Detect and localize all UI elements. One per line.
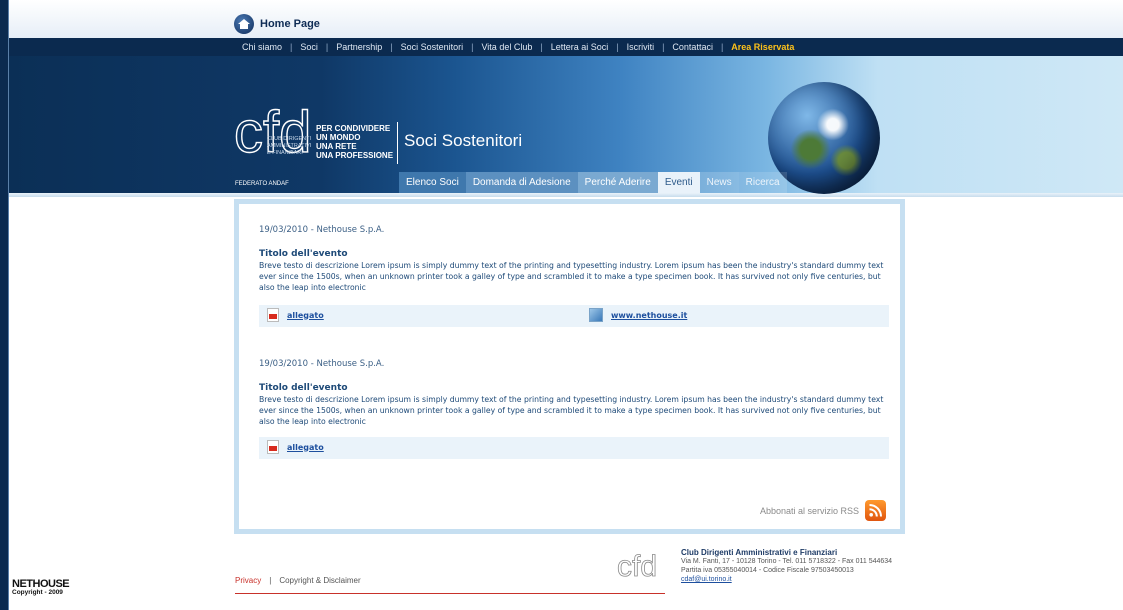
main-nav-bar: Chi siamo | Soci | Partnership | Soci So… (9, 38, 1123, 56)
footer-separator: | (269, 576, 272, 585)
footer-links: Privacy | Copyright & Disclaimer (235, 576, 361, 585)
nav-lettera-ai-soci[interactable]: Lettera ai Soci (543, 42, 617, 52)
attachment-link[interactable]: allegato (267, 308, 324, 322)
footer-divider (235, 593, 665, 594)
home-icon (234, 14, 254, 34)
slogan-line: UN MONDO (316, 133, 361, 142)
attachment-link[interactable]: allegato (267, 440, 324, 454)
nav-soci-sostenitori[interactable]: Soci Sostenitori (393, 42, 472, 52)
rss-icon (865, 500, 886, 521)
left-page-border (0, 0, 9, 610)
home-page-link[interactable]: Home Page (234, 14, 320, 34)
top-bar (9, 0, 1123, 38)
tab-domanda-di-adesione[interactable]: Domanda di Adesione (465, 172, 578, 193)
logo-subtitle-line: AMMINISTRATIVI (267, 143, 312, 149)
pdf-icon (267, 308, 279, 322)
copyright-disclaimer-link[interactable]: Copyright & Disclaimer (279, 576, 360, 585)
logo-subtitle-line: E FINANZIARI (267, 150, 303, 156)
header-divider (9, 193, 1123, 197)
tab-news[interactable]: News (699, 172, 739, 193)
event-title[interactable]: Titolo dell'evento (259, 249, 894, 259)
footer-vat: Partita iva 05355040014 - Codice Fiscale… (681, 567, 854, 574)
nethouse-copyright: Copyright - 2009 (12, 589, 63, 596)
web-page-icon (589, 308, 603, 322)
footer-email-link[interactable]: cdaf@ui.torino.it (681, 575, 892, 584)
event-description: Breve testo di descrizione Lorem ipsum i… (259, 395, 884, 426)
website-link[interactable]: www.nethouse.it (589, 308, 687, 322)
nav-chi-siamo[interactable]: Chi siamo (234, 42, 290, 52)
slogan-line: UNA PROFESSIONE (316, 151, 394, 160)
website-label: www.nethouse.it (611, 310, 688, 320)
event-attachments: allegato (259, 437, 889, 459)
footer-contact-info: Club Dirigenti Amministrativi e Finanzia… (681, 548, 892, 584)
nav-vita-del-club[interactable]: Vita del Club (473, 42, 540, 52)
attachment-label: allegato (287, 442, 324, 452)
federato-andaf-label: FEDERATO ANDAF (235, 181, 289, 187)
tab-eventi[interactable]: Eventi (657, 172, 700, 193)
attachment-label: allegato (287, 310, 324, 320)
rss-subscribe-link[interactable]: Abbonati al servizio RSS (760, 500, 886, 521)
footer-cdaf-logo: cfd (617, 550, 657, 582)
slogan-line: PER CONDIVIDERE (316, 124, 391, 133)
nav-soci[interactable]: Soci (292, 42, 326, 52)
nav-partnership[interactable]: Partnership (328, 42, 390, 52)
tab-perche-aderire[interactable]: Perché Aderire (577, 172, 658, 193)
events-panel: 19/03/2010 - Nethouse S.p.A. Titolo dell… (234, 199, 905, 534)
event-attachments: allegato www.nethouse.it (259, 305, 889, 327)
logo-subtitle-line: CLUB DIRIGENTI (267, 136, 312, 142)
nav-iscriviti[interactable]: Iscriviti (619, 42, 663, 52)
title-divider (397, 122, 398, 164)
event-date: 19/03/2010 - Nethouse S.p.A. (259, 359, 385, 369)
pdf-icon (267, 440, 279, 454)
logo-subtitle: CLUB DIRIGENTI AMMINISTRATIVI E FINANZIA… (267, 136, 311, 157)
event-item: 19/03/2010 - Nethouse S.p.A. Titolo dell… (259, 225, 894, 293)
page-title: Soci Sostenitori (404, 131, 523, 150)
event-item: 19/03/2010 - Nethouse S.p.A. Titolo dell… (259, 359, 894, 427)
section-tabs: Elenco Soci Domanda di Adesione Perché A… (399, 172, 787, 193)
footer-address: Via M. Fanti, 17 - 10128 Torino - Tel. 0… (681, 558, 893, 565)
tab-ricerca[interactable]: Ricerca (738, 172, 787, 193)
slogan-line: UNA RETE (316, 142, 357, 151)
event-description: Breve testo di descrizione Lorem ipsum i… (259, 261, 884, 292)
home-page-label: Home Page (260, 18, 320, 30)
event-title[interactable]: Titolo dell'evento (259, 383, 894, 393)
event-date: 19/03/2010 - Nethouse S.p.A. (259, 225, 385, 235)
slogan: PER CONDIVIDERE UN MONDO UNA RETE UNA PR… (316, 124, 393, 160)
nethouse-credit[interactable]: NETHOUSE Copyright - 2009 (12, 578, 70, 596)
footer-logo-letters: cfd (617, 550, 657, 582)
footer-org-name: Club Dirigenti Amministrativi e Finanzia… (681, 548, 838, 557)
nav-area-riservata[interactable]: Area Riservata (723, 42, 802, 52)
nav-contattaci[interactable]: Contattaci (664, 42, 721, 52)
rss-label: Abbonati al servizio RSS (759, 505, 859, 516)
privacy-link[interactable]: Privacy (235, 576, 261, 585)
tab-elenco-soci[interactable]: Elenco Soci (399, 172, 466, 193)
